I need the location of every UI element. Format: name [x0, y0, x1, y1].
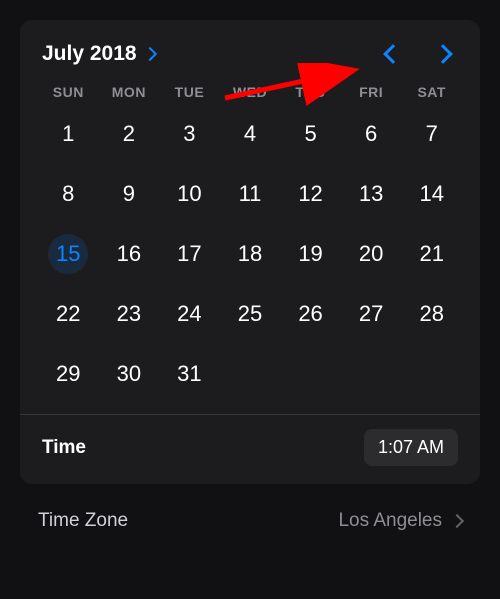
day-cell[interactable]: 2 [99, 110, 160, 158]
timezone-value: Los Angeles [338, 510, 442, 532]
day-number: 26 [291, 294, 331, 334]
weekday-label: TUE [159, 84, 220, 100]
day-cell[interactable]: 22 [38, 290, 99, 338]
day-cell[interactable]: 20 [341, 230, 402, 278]
day-number: 23 [109, 294, 149, 334]
day-number: 1 [48, 114, 88, 154]
day-number: 7 [412, 114, 452, 154]
day-cell[interactable]: 7 [401, 110, 462, 158]
weekday-label: WED [220, 84, 281, 100]
day-cell[interactable]: 8 [38, 170, 99, 218]
day-number: 10 [169, 174, 209, 214]
day-number: 5 [291, 114, 331, 154]
prev-month-button[interactable] [386, 47, 400, 61]
day-number: 24 [169, 294, 209, 334]
chevron-left-icon [383, 44, 403, 64]
day-number: 11 [230, 174, 270, 214]
day-cell-empty [401, 350, 462, 398]
weekday-label: SAT [401, 84, 462, 100]
day-number: 2 [109, 114, 149, 154]
day-number: 27 [351, 294, 391, 334]
day-cell[interactable]: 18 [220, 230, 281, 278]
day-cell[interactable]: 27 [341, 290, 402, 338]
day-number: 14 [412, 174, 452, 214]
day-cell[interactable]: 24 [159, 290, 220, 338]
day-number: 22 [48, 294, 88, 334]
day-number: 12 [291, 174, 331, 214]
day-cell[interactable]: 19 [280, 230, 341, 278]
day-cell[interactable]: 5 [280, 110, 341, 158]
day-cell-empty [280, 350, 341, 398]
day-number: 13 [351, 174, 391, 214]
day-number: 21 [412, 234, 452, 274]
day-cell[interactable]: 14 [401, 170, 462, 218]
month-selector-button[interactable]: July 2018 [42, 42, 155, 66]
day-cell[interactable]: 11 [220, 170, 281, 218]
day-number: 18 [230, 234, 270, 274]
weekday-header-row: SUN MON TUE WED THU FRI SAT [38, 84, 462, 100]
day-cell[interactable]: 21 [401, 230, 462, 278]
day-cell[interactable]: 16 [99, 230, 160, 278]
day-cell[interactable]: 3 [159, 110, 220, 158]
day-number: 31 [169, 354, 209, 394]
chevron-right-icon [450, 514, 464, 528]
day-cell[interactable]: 23 [99, 290, 160, 338]
day-cell[interactable]: 17 [159, 230, 220, 278]
time-picker-button[interactable]: 1:07 AM [364, 429, 458, 466]
day-cell[interactable]: 15 [38, 230, 99, 278]
day-number: 28 [412, 294, 452, 334]
day-cell[interactable]: 26 [280, 290, 341, 338]
time-row: Time 1:07 AM [38, 415, 462, 466]
day-number: 15 [48, 234, 88, 274]
day-number: 4 [230, 114, 270, 154]
day-number: 19 [291, 234, 331, 274]
time-label: Time [42, 437, 86, 459]
chevron-right-icon [433, 44, 453, 64]
calendar-header: July 2018 [38, 42, 462, 66]
weekday-label: FRI [341, 84, 402, 100]
day-number: 17 [169, 234, 209, 274]
chevron-right-icon [143, 47, 157, 61]
day-cell[interactable]: 29 [38, 350, 99, 398]
day-number: 29 [48, 354, 88, 394]
weekday-label: MON [99, 84, 160, 100]
calendar-days-grid: 1234567891011121314151617181920212223242… [38, 110, 462, 398]
day-cell[interactable]: 10 [159, 170, 220, 218]
day-number: 20 [351, 234, 391, 274]
day-number: 16 [109, 234, 149, 274]
month-year-label: July 2018 [42, 42, 137, 66]
day-number: 6 [351, 114, 391, 154]
day-cell[interactable]: 13 [341, 170, 402, 218]
day-cell[interactable]: 30 [99, 350, 160, 398]
day-cell[interactable]: 25 [220, 290, 281, 338]
day-number: 3 [169, 114, 209, 154]
day-number: 25 [230, 294, 270, 334]
month-nav-controls [386, 47, 458, 61]
day-number: 9 [109, 174, 149, 214]
next-month-button[interactable] [436, 47, 450, 61]
day-cell[interactable]: 12 [280, 170, 341, 218]
day-cell[interactable]: 1 [38, 110, 99, 158]
day-cell[interactable]: 9 [99, 170, 160, 218]
day-cell-empty [341, 350, 402, 398]
timezone-row[interactable]: Time Zone Los Angeles [20, 510, 480, 532]
day-cell[interactable]: 31 [159, 350, 220, 398]
timezone-value-button[interactable]: Los Angeles [338, 510, 462, 532]
day-number: 8 [48, 174, 88, 214]
day-cell[interactable]: 28 [401, 290, 462, 338]
day-cell-empty [220, 350, 281, 398]
weekday-label: THU [280, 84, 341, 100]
weekday-label: SUN [38, 84, 99, 100]
date-time-panel: July 2018 SUN MON TUE WED THU FRI SAT 12… [20, 20, 480, 484]
day-cell[interactable]: 6 [341, 110, 402, 158]
day-number: 30 [109, 354, 149, 394]
day-cell[interactable]: 4 [220, 110, 281, 158]
timezone-label: Time Zone [38, 510, 128, 532]
